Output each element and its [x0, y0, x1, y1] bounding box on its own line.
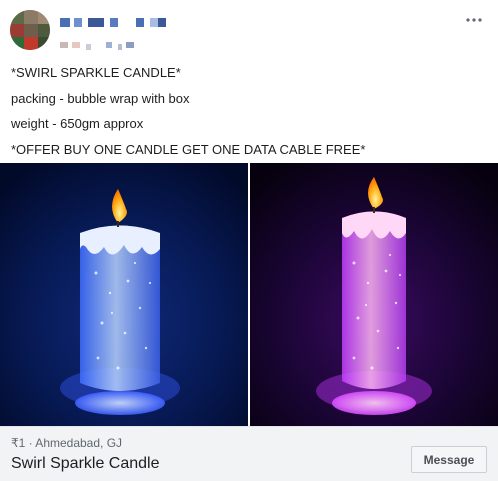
price-location: ₹1 · Ahmedabad, GJ: [11, 436, 123, 450]
post-line-weight: weight - 650gm approx: [11, 116, 144, 131]
post-text: *SWIRL SPARKLE CANDLE* packing - bubble …: [11, 60, 491, 162]
post-meta-redacted: [60, 40, 160, 52]
avatar[interactable]: [10, 10, 50, 50]
post-header: [10, 10, 490, 54]
photo-pink-candle[interactable]: [250, 163, 498, 426]
post-line-title: *SWIRL SPARKLE CANDLE*: [11, 65, 181, 80]
marketplace-listing[interactable]: ₹1 · Ahmedabad, GJ Swirl Sparkle Candle …: [0, 426, 498, 481]
post-line-packing: packing - bubble wrap with box: [11, 90, 190, 106]
marketplace-post: *SWIRL SPARKLE CANDLE* packing - bubble …: [0, 0, 498, 481]
author-name-redacted[interactable]: [60, 18, 180, 32]
photo-grid: [0, 163, 498, 426]
post-line-offer: *OFFER BUY ONE CANDLE GET ONE DATA CABLE…: [11, 141, 366, 157]
photo-blue-candle[interactable]: [0, 163, 248, 426]
message-button[interactable]: Message: [411, 446, 487, 473]
listing-title[interactable]: Swirl Sparkle Candle: [11, 455, 160, 473]
more-options-button[interactable]: [462, 10, 486, 30]
more-horizontal-icon: [466, 18, 482, 22]
